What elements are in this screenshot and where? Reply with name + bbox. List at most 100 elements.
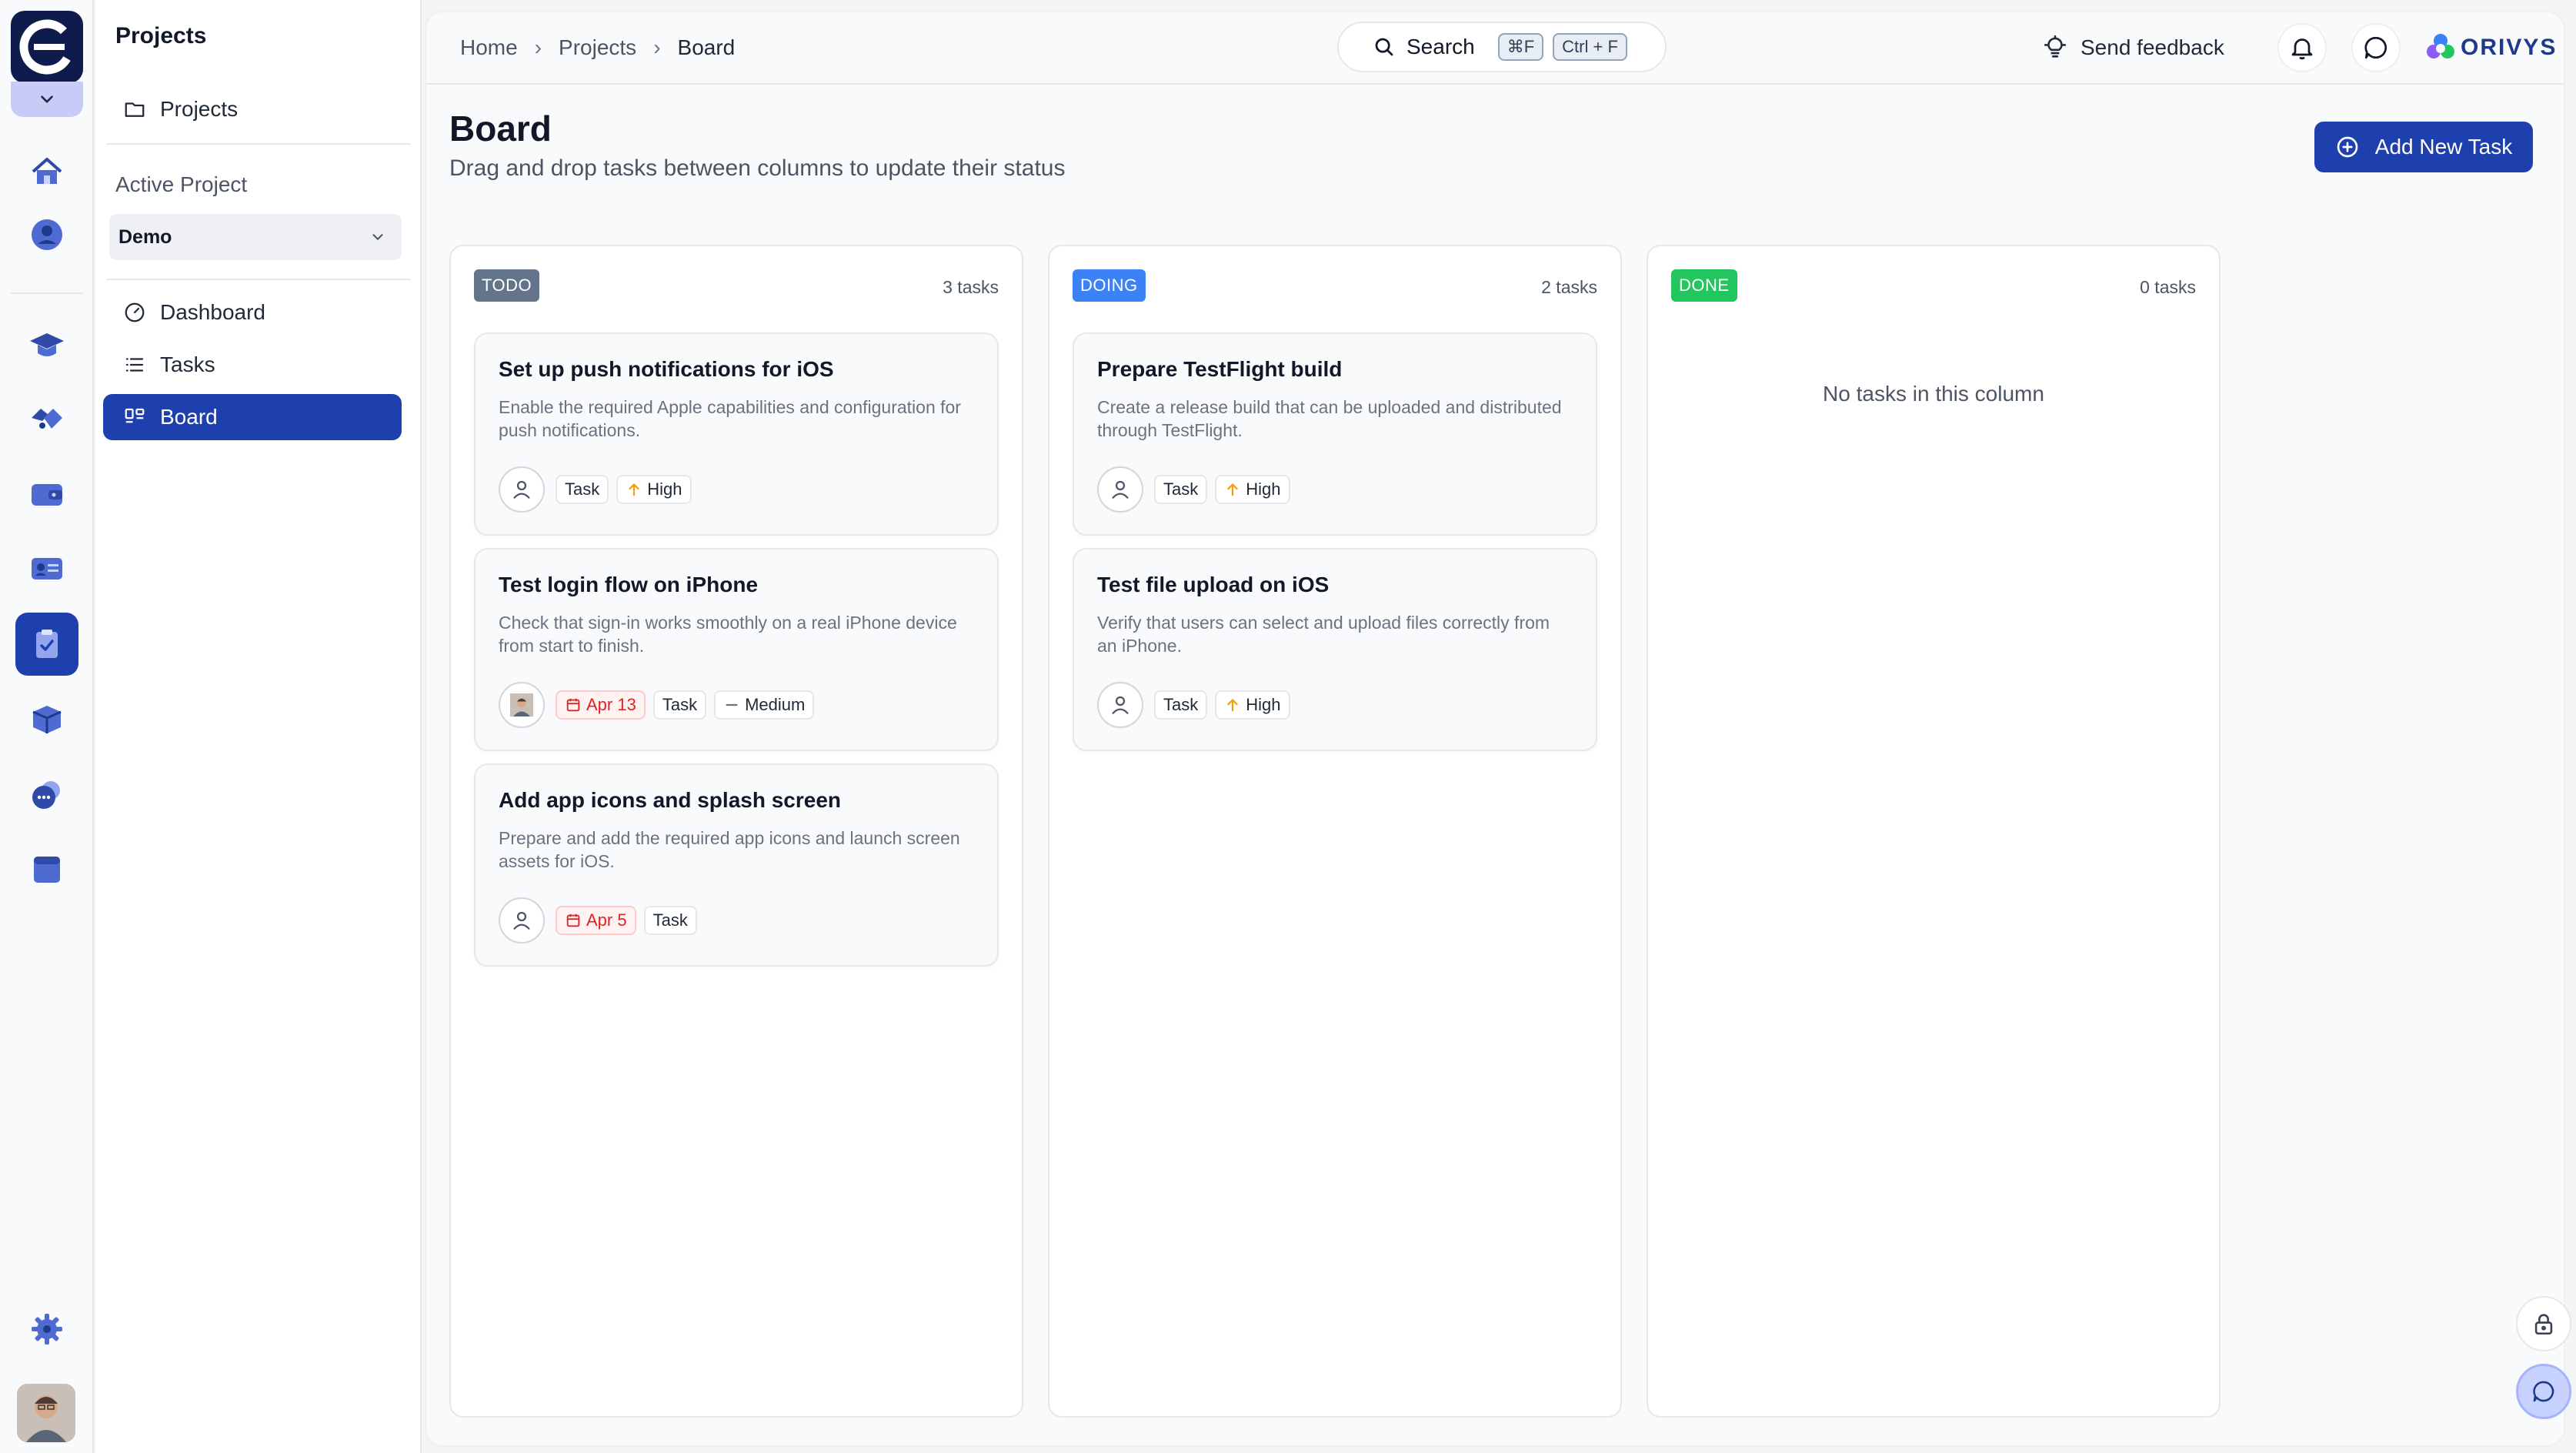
task-description: Verify that users can select and upload … — [1097, 613, 1550, 656]
shortcut-windows: Ctrl + F — [1553, 33, 1627, 61]
breadcrumb-home[interactable]: Home — [460, 35, 518, 60]
rail-inventory-button[interactable] — [15, 688, 78, 751]
task-card[interactable]: Test login flow on iPhone Check that sig… — [474, 548, 999, 751]
id-card-icon — [32, 558, 62, 580]
gear-icon — [32, 1314, 62, 1344]
sidebar-item-label: Board — [160, 405, 218, 429]
project-sidebar: Projects Projects Active Project Demo Da… — [95, 0, 422, 1453]
app-logo-icon[interactable] — [11, 11, 83, 83]
due-date-badge: Apr 5 — [556, 906, 636, 935]
task-title: Prepare TestFlight build — [1097, 357, 1343, 381]
column-status-badge: DOING — [1073, 269, 1146, 302]
task-description: Enable the required Apple capabilities a… — [499, 397, 961, 440]
search-button[interactable]: Search ⌘F Ctrl + F — [1337, 22, 1667, 72]
column-status-badge: DONE — [1671, 269, 1737, 302]
sidebar-item-board[interactable]: Board — [103, 394, 402, 440]
task-card[interactable]: Prepare TestFlight build Create a releas… — [1073, 332, 1597, 536]
graduation-cap-icon — [30, 333, 64, 356]
column-task-count: 2 tasks — [1541, 277, 1597, 297]
list-icon — [125, 358, 144, 372]
arrow-up-icon — [1227, 699, 1238, 712]
task-title: Test file upload on iOS — [1097, 573, 1330, 596]
rail-contacts-button[interactable] — [15, 537, 78, 600]
arrow-up-icon — [1227, 483, 1238, 496]
icon-rail — [0, 0, 94, 1453]
task-description: Check that sign-in works smoothly on a r… — [499, 613, 957, 656]
priority-badge: High — [616, 475, 692, 504]
rail-files-button[interactable] — [15, 837, 78, 900]
breadcrumb: Home › Projects › Board — [460, 35, 735, 60]
calendar-icon — [566, 914, 580, 927]
send-feedback-label: Send feedback — [2080, 35, 2224, 59]
folder-outline-icon — [125, 102, 145, 117]
user-avatar[interactable] — [17, 1384, 75, 1442]
task-type-badge: Task — [1154, 690, 1208, 720]
column-doing[interactable]: DOING 2 tasks Prepare TestFlight build C… — [1048, 245, 1622, 1418]
priority-badge: High — [1215, 690, 1290, 720]
assign-user-button[interactable] — [499, 466, 545, 513]
add-new-task-button[interactable]: Add New Task — [2314, 122, 2533, 172]
send-feedback-button[interactable]: Send feedback — [2042, 31, 2224, 65]
search-label: Search — [1406, 35, 1475, 58]
lock-icon — [2534, 1314, 2553, 1335]
task-title: Set up push notifications for iOS — [499, 357, 834, 381]
rail-settings-button[interactable] — [15, 1298, 78, 1361]
active-project-value: Demo — [118, 225, 172, 248]
user-outline-icon — [1112, 696, 1129, 714]
breadcrumb-board: Board — [677, 35, 736, 59]
user-outline-icon — [513, 911, 530, 930]
sidebar-item-label: Tasks — [160, 352, 215, 376]
support-chat-button[interactable] — [2516, 1364, 2571, 1419]
main-panel: Home › Projects › Board Search ⌘F Ctrl +… — [425, 11, 2571, 1447]
brand-mark-icon — [2427, 34, 2454, 58]
lock-button[interactable] — [2516, 1296, 2571, 1351]
minus-icon — [726, 703, 738, 706]
active-project-select[interactable]: Demo — [109, 214, 402, 260]
assign-user-button[interactable] — [499, 897, 545, 944]
top-bar: Home › Projects › Board Search ⌘F Ctrl +… — [426, 12, 2564, 85]
task-title: Test login flow on iPhone — [499, 573, 759, 596]
due-date-badge: Apr 13 — [556, 690, 646, 720]
shortcut-mac: ⌘F — [1497, 33, 1544, 61]
user-outline-icon — [513, 480, 530, 499]
column-task-count: 0 tasks — [2140, 277, 2196, 297]
task-card[interactable]: Set up push notifications for iOS Enable… — [474, 332, 999, 536]
sidebar-item-tasks[interactable]: Tasks — [103, 342, 402, 388]
assignee-avatar[interactable] — [499, 682, 545, 728]
home-icon — [32, 158, 62, 184]
task-card[interactable]: Test file upload on iOS Verify that user… — [1073, 548, 1597, 751]
task-type-badge: Task — [556, 475, 609, 504]
column-done[interactable]: DONE 0 tasks No tasks in this column — [1647, 245, 2221, 1418]
calendar-icon — [566, 698, 580, 712]
rail-messages-button[interactable] — [15, 763, 78, 827]
rail-home-button[interactable] — [15, 140, 78, 203]
chevron-right-icon: › — [534, 35, 542, 59]
workspace-switch-button[interactable] — [11, 82, 83, 117]
wallet-icon — [32, 484, 62, 506]
chat-icon — [2533, 1381, 2554, 1402]
rail-learning-button[interactable] — [15, 314, 78, 377]
priority-badge: Medium — [714, 690, 815, 720]
assign-user-button[interactable] — [1097, 682, 1143, 728]
box-icon — [32, 706, 62, 733]
sidebar-item-dashboard[interactable]: Dashboard — [103, 289, 402, 336]
breadcrumb-projects[interactable]: Projects — [559, 35, 636, 60]
assign-user-button[interactable] — [1097, 466, 1143, 513]
rail-partners-button[interactable] — [15, 388, 78, 451]
task-description: Prepare and add the required app icons a… — [499, 828, 960, 871]
lightbulb-icon — [2044, 35, 2067, 58]
chat-icon — [2364, 36, 2387, 59]
rail-projects-button[interactable] — [15, 613, 78, 676]
rail-profile-button[interactable] — [15, 203, 78, 266]
bell-icon — [2291, 38, 2313, 60]
chevron-right-icon: › — [653, 35, 661, 59]
sidebar-title: Projects — [115, 23, 207, 48]
sidebar-item-projects[interactable]: Projects — [103, 86, 402, 132]
column-todo[interactable]: TODO 3 tasks Set up push notifications f… — [449, 245, 1023, 1418]
notifications-button[interactable] — [2277, 23, 2327, 72]
column-status-badge: TODO — [474, 269, 540, 302]
task-type-badge: Task — [652, 690, 707, 720]
rail-finance-button[interactable] — [15, 462, 78, 525]
task-card[interactable]: Add app icons and splash screen Prepare … — [474, 763, 999, 967]
messages-button[interactable] — [2351, 23, 2401, 72]
